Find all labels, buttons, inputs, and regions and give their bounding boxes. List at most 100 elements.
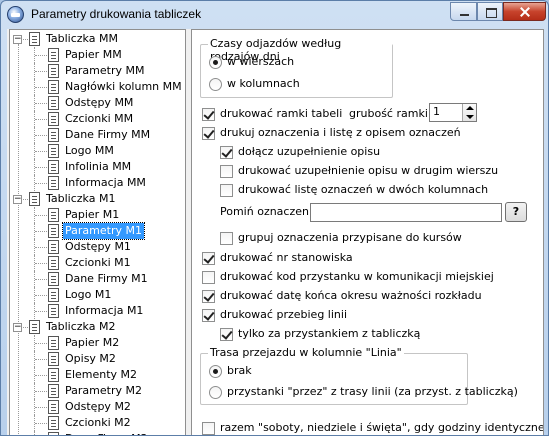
tree-leaf-label: Czcionki M1 [65, 256, 131, 269]
tree-leaf[interactable]: Logo M1 [10, 287, 185, 303]
tree-leaf-label: Parametry MM [65, 64, 145, 77]
tree-leaf[interactable]: Parametry M1 [10, 222, 185, 240]
radio-rows[interactable] [209, 56, 222, 69]
print-route-label: drukować przebieg linii [220, 308, 347, 321]
print-frames-checkbox[interactable] [202, 108, 215, 121]
radio-none-option[interactable]: brak [209, 363, 459, 379]
maximize-button[interactable] [477, 2, 503, 21]
tree-connector [35, 263, 47, 264]
print-end-date-checkbox[interactable] [202, 290, 215, 303]
tree-leaf[interactable]: Czcionki M1 [10, 255, 185, 271]
frame-thickness-value: 1 [433, 105, 440, 118]
tree-leaf[interactable]: Papier MM [10, 47, 185, 63]
tree-leaf-label: Infolinia MM [65, 160, 132, 173]
tree-connector [35, 423, 47, 424]
tree-leaf[interactable]: Czcionki M2 [10, 415, 185, 431]
tree-connector [35, 119, 47, 120]
tree-node[interactable]: − Tabliczka M2 [10, 319, 185, 335]
tree-leaf[interactable]: Papier M1 [10, 207, 185, 223]
tree-leaf[interactable]: Dane Firmy M1 [10, 271, 185, 287]
tree-leaf[interactable]: Opisy M2 [10, 351, 185, 367]
tree-leaf[interactable]: Odstępy M2 [10, 399, 185, 415]
print-stand-option[interactable]: drukować nr stanowiska [202, 250, 522, 266]
spinner-arrows[interactable] [462, 104, 476, 121]
print-city-code-checkbox[interactable] [202, 271, 215, 284]
print-frames-option[interactable]: drukować ramki tabeli [202, 106, 352, 122]
tree-leaf[interactable]: Parametry MM [10, 63, 185, 79]
radio-rows-option[interactable]: w wierszach [209, 54, 379, 70]
marks-two-cols-option[interactable]: drukować listę oznaczeń w dwóch kolumnac… [220, 182, 530, 198]
print-route-checkbox[interactable] [202, 309, 215, 322]
tree-leaf[interactable]: Dane Firmy M2 [10, 431, 185, 435]
collapse-icon[interactable]: − [13, 323, 22, 332]
print-marks-checkbox[interactable] [202, 127, 215, 140]
tree-leaf[interactable]: Odstępy M1 [10, 239, 185, 255]
tree-leaf-label: Logo MM [65, 144, 114, 157]
spin-up-icon[interactable] [466, 106, 474, 110]
tree-connector [35, 87, 47, 88]
close-button[interactable] [503, 2, 546, 21]
tree-leaf[interactable]: Elementy M2 [10, 367, 185, 383]
document-icon [48, 224, 59, 238]
skip-marks-help-button[interactable]: ? [505, 202, 527, 222]
app-icon [7, 6, 24, 23]
document-icon [48, 96, 59, 110]
attach-desc-label: dołącz uzupełnienie opisu [238, 145, 381, 158]
radio-stops-option[interactable]: przystanki "przez" z trasy linii (za prz… [209, 384, 518, 400]
tree-leaf[interactable]: Informacja MM [10, 175, 185, 191]
tree-leaf[interactable]: Logo MM [10, 143, 185, 159]
tree-connector [35, 407, 47, 408]
document-icon [48, 64, 59, 78]
settings-tree[interactable]: − Tabliczka MM Papier MM Parametry MM Nagłów… [9, 29, 186, 435]
document-icon [48, 384, 59, 398]
tree-leaf[interactable]: Infolinia MM [10, 159, 185, 175]
tree-leaf[interactable]: Dane Firmy MM [10, 127, 185, 143]
print-end-date-option[interactable]: drukować datę końca okresu ważności rozk… [202, 288, 532, 304]
attach-desc-option[interactable]: dołącz uzupełnienie opisu [220, 144, 520, 160]
print-stand-checkbox[interactable] [202, 252, 215, 265]
together-checkbox[interactable] [202, 422, 215, 435]
tree-connector [35, 279, 47, 280]
marks-two-cols-checkbox[interactable] [220, 184, 233, 197]
tree-connector [35, 71, 47, 72]
skip-marks-input[interactable] [310, 203, 502, 222]
group-marks-option[interactable]: grupuj oznaczenia przypisane do kursów [220, 230, 530, 246]
print-city-code-option[interactable]: drukować kod przystanku w komunikacji mi… [202, 269, 532, 285]
tree-leaf[interactable]: Nagłówki kolumn MM [10, 79, 185, 95]
collapse-icon[interactable]: − [13, 35, 22, 44]
print-end-date-label: drukować datę końca okresu ważności rozk… [220, 289, 482, 302]
tree-leaf[interactable]: Odstępy MM [10, 95, 185, 111]
radio-columns[interactable] [209, 78, 222, 91]
minimize-button[interactable] [450, 2, 477, 21]
tree-leaf[interactable]: Parametry M2 [10, 383, 185, 399]
radio-columns-label: w kolumnach [227, 77, 300, 90]
print-marks-option[interactable]: drukuj oznaczenia i listę z opisem oznac… [202, 125, 522, 141]
collapse-icon[interactable]: − [13, 195, 22, 204]
tree-connector [35, 295, 47, 296]
together-label: razem "soboty, niedziele i święta", gdy … [220, 421, 544, 434]
print-city-code-label: drukować kod przystanku w komunikacji mi… [220, 270, 494, 283]
tree-node[interactable]: − Tabliczka MM [10, 31, 185, 47]
tree-connector [35, 343, 47, 344]
print-route-option[interactable]: drukować przebieg linii [202, 307, 522, 323]
only-after-stop-checkbox[interactable] [220, 328, 233, 341]
tree-leaf[interactable]: Czcionki MM [10, 111, 185, 127]
settings-panel: Czasy odjazdów według rodzajów dni w wie… [191, 29, 544, 435]
group-marks-checkbox[interactable] [220, 232, 233, 245]
only-after-stop-option[interactable]: tylko za przystankiem z tabliczką [220, 326, 520, 342]
tree-node[interactable]: − Tabliczka M1 [10, 191, 185, 207]
together-option[interactable]: razem "soboty, niedziele i święta", gdy … [202, 420, 544, 435]
title-bar[interactable]: Parametry drukowania tabliczek [1, 1, 548, 28]
desc-second-line-checkbox[interactable] [220, 165, 233, 178]
attach-desc-checkbox[interactable] [220, 146, 233, 159]
tree-leaf[interactable]: Informacja M1 [10, 303, 185, 319]
frame-thickness-spinner[interactable]: 1 [429, 103, 477, 122]
tree-connector [35, 375, 47, 376]
tree-connector [23, 39, 28, 40]
tree-leaf[interactable]: Papier M2 [10, 335, 185, 351]
radio-none[interactable] [209, 365, 222, 378]
radio-columns-option[interactable]: w kolumnach [209, 76, 379, 92]
desc-second-line-option[interactable]: drukować uzupełnienie opisu w drugim wie… [220, 163, 530, 179]
spin-down-icon[interactable] [466, 115, 474, 119]
radio-stops[interactable] [209, 386, 222, 399]
